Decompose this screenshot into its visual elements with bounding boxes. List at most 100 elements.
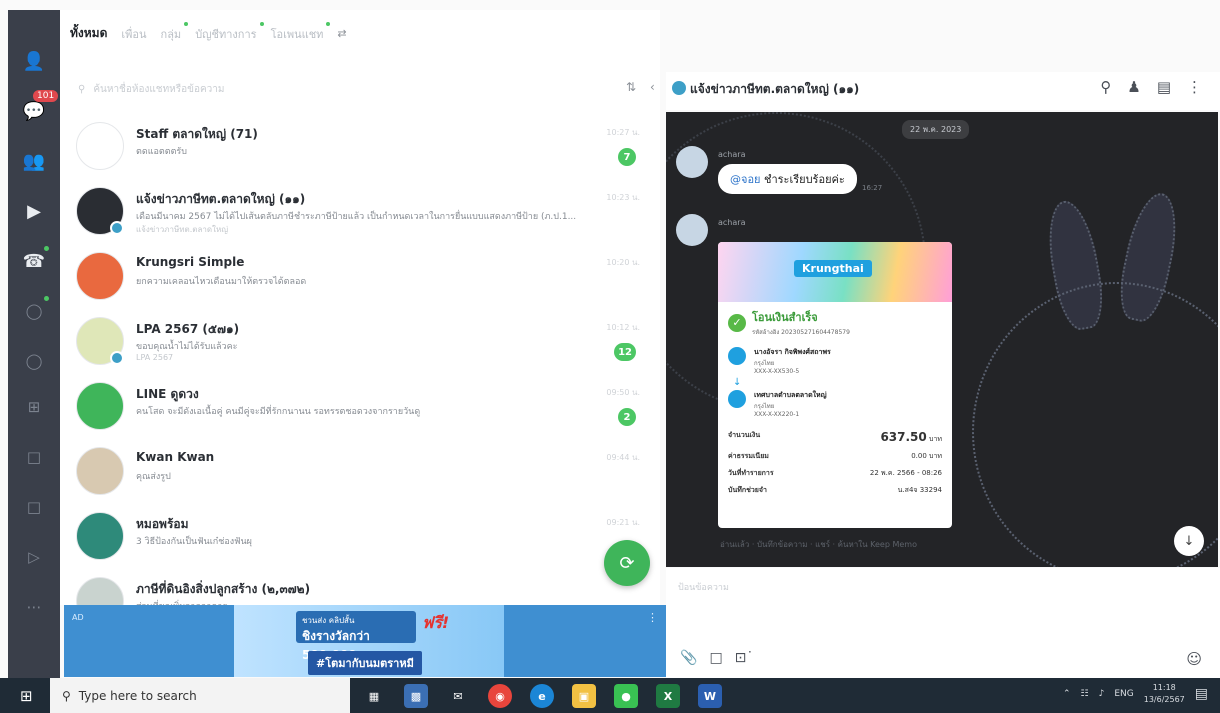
friends-icon[interactable]: 👤 bbox=[19, 46, 49, 76]
avatar[interactable] bbox=[676, 146, 708, 178]
bookmark-icon[interactable]: □ bbox=[709, 650, 722, 666]
scroll-down-button[interactable]: ↓ bbox=[1174, 526, 1204, 556]
chat-name: LPA 2567 (๕๗๑) bbox=[136, 322, 240, 336]
attach-icon[interactable]: 📎 bbox=[680, 650, 697, 666]
taskbar-search[interactable]: ⚲ Type here to search bbox=[50, 678, 350, 713]
message-input-area[interactable]: ป้อนข้อความ 📎 □ ⊡˙ ☺ bbox=[666, 568, 1220, 678]
tab-1[interactable]: เพื่อน bbox=[121, 25, 146, 43]
excel-icon[interactable]: X bbox=[656, 684, 680, 708]
search-bar[interactable]: ⚲ ค้นหาชื่อห้องแชทหรือข้อความ bbox=[78, 78, 638, 100]
message-input[interactable]: ป้อนข้อความ bbox=[678, 580, 729, 594]
more-icon[interactable]: ⋯ bbox=[19, 592, 49, 622]
from-account: XXX-X-XX530-5 bbox=[754, 368, 800, 375]
chat-list-item[interactable]: LPA 2567 (๕๗๑) ขอบคุณน้ำไม่ได้รับแล้วคะ LP… bbox=[76, 317, 646, 379]
notifications-icon[interactable]: ▤ bbox=[1195, 686, 1208, 702]
slip-ref: รหัสอ้างอิง 202305271604478579 bbox=[752, 329, 850, 336]
task-view-icon[interactable]: ▦ bbox=[362, 684, 386, 708]
tab-0[interactable]: ทั้งหมด bbox=[70, 24, 107, 43]
language-indicator[interactable]: ENG bbox=[1114, 689, 1133, 699]
chat-subpreview: LPA 2567 bbox=[136, 353, 174, 362]
ad-banner[interactable]: AD ⋮ ชวนส่ง คลิปสั้น ชิงรางวัลกว่า 500,0… bbox=[64, 605, 666, 677]
chats-icon[interactable]: 💬 101 bbox=[19, 90, 59, 126]
chat-list-item[interactable]: Staff ตลาดใหญ่ (71) ตดแอตตตรับ 10:27 น. 7 bbox=[76, 122, 646, 184]
ad-hashtag: #โตมากับนมตราหมี bbox=[308, 651, 422, 675]
ad-creative[interactable]: ชวนส่ง คลิปสั้น ชิงรางวัลกว่า 500,000 บา… bbox=[234, 605, 504, 677]
chat-list-item[interactable]: แจ้งข่าวภาษีทต.ตลาดใหญ่ (๑๑) เดือนมีนาคม … bbox=[76, 187, 646, 249]
line-icon[interactable]: ◯ bbox=[19, 346, 49, 376]
system-clock[interactable]: 11:18 13/6/2567 bbox=[1144, 682, 1185, 706]
success-icon: ✓ bbox=[728, 313, 746, 332]
search-input[interactable]: ค้นหาชื่อห้องแชทหรือข้อความ bbox=[93, 82, 224, 97]
calls-icon[interactable]: ☎ bbox=[19, 246, 49, 276]
chat-subpreview: แจ้งข่าวภาษีทต.ตลาดใหญ่ bbox=[136, 225, 229, 234]
chat-preview: ขอบคุณน้ำไม่ได้รับแล้วคะ bbox=[136, 342, 238, 352]
add-member-icon[interactable]: ♟ bbox=[1127, 78, 1140, 96]
edge-icon[interactable]: e bbox=[530, 684, 554, 708]
message-bubble[interactable]: @จอย ชำระเรียบร้อยค่ะ bbox=[718, 164, 857, 194]
line-app-window: 👤 💬 101 👥 ▶ ☎ ◯ ◯ ⊞ □ □ ▷ ⋯ ทั้งหมด เพื่อน… bbox=[0, 0, 1220, 713]
from-name: นางอัจรา กิจพิพงศ์สถาพร bbox=[754, 348, 831, 356]
chat-name: Kwan Kwan bbox=[136, 450, 215, 464]
add-icon[interactable]: ⊞ bbox=[19, 392, 49, 422]
chat-messages[interactable]: 22 พ.ค. 2023 achara @จอย ชำระเรียบร้อยค่… bbox=[666, 112, 1218, 567]
sort-icon[interactable]: ⇅ bbox=[626, 80, 636, 94]
line-app-icon[interactable]: ● bbox=[614, 684, 638, 708]
avatar[interactable] bbox=[676, 214, 708, 246]
notes-icon[interactable]: ▤ bbox=[1157, 78, 1171, 96]
keep-icon[interactable]: □ bbox=[19, 442, 49, 472]
word-icon[interactable]: W bbox=[698, 684, 722, 708]
transfer-slip-image[interactable]: Krungthai ✓ โอนเงินสำเร็จ รหัสอ้างอิง 20… bbox=[718, 242, 952, 528]
store-icon[interactable]: ▩ bbox=[404, 684, 428, 708]
chat-list-item[interactable]: LINE ดูดวง คนโสด จะมีดังเอเนื้อคู่ คนมีคู… bbox=[76, 382, 646, 444]
group-icon bbox=[110, 221, 124, 235]
tab-4[interactable]: โอเพนแชท bbox=[271, 21, 331, 43]
file-explorer-icon[interactable]: ▣ bbox=[572, 684, 596, 708]
voom-icon[interactable]: ▶ bbox=[19, 196, 49, 226]
date-label: วันที่ทำรายการ bbox=[728, 469, 774, 477]
volume-icon[interactable]: ♪ bbox=[1099, 689, 1105, 699]
tab-3[interactable]: บัญชีทางการ bbox=[195, 21, 264, 43]
chat-list-item[interactable]: Krungsri Simple ยกความเคลอนไหวเดือนมาให้ต… bbox=[76, 252, 646, 314]
new-chat-button[interactable]: ⟳ bbox=[604, 540, 650, 586]
add-friends-icon[interactable]: 👥 bbox=[19, 146, 49, 176]
mail-icon[interactable]: ✉ bbox=[446, 684, 470, 708]
ad-menu-icon[interactable]: ⋮ bbox=[647, 611, 658, 624]
sidebar-rail: 👤 💬 101 👥 ▶ ☎ ◯ ◯ ⊞ □ □ ▷ ⋯ bbox=[8, 10, 60, 678]
bank-icon bbox=[728, 390, 746, 408]
windows-start-icon[interactable]: ⊞ bbox=[20, 687, 33, 705]
network-icon[interactable]: ☷ bbox=[1081, 689, 1089, 699]
slip-status: โอนเงินสำเร็จ bbox=[752, 311, 818, 324]
menu-icon[interactable]: ⋮ bbox=[1187, 78, 1202, 96]
message-text: ชำระเรียบร้อยค่ะ bbox=[764, 173, 845, 186]
chat-name: ภาษีที่ดินอิงสิ่งปลูกสร้าง (๒,๓๗๒) bbox=[136, 582, 311, 596]
fee-value: 0.00 บาท bbox=[911, 452, 942, 460]
openchat-icon[interactable]: ◯ bbox=[19, 296, 49, 326]
collapse-icon[interactable]: ‹ bbox=[650, 80, 655, 94]
mention[interactable]: @จอย bbox=[730, 173, 761, 186]
avatar bbox=[76, 382, 124, 430]
chat-time: 09:50 น. bbox=[606, 388, 640, 397]
taskbar-search-input[interactable]: Type here to search bbox=[79, 689, 197, 703]
search-icon[interactable]: ⚲ bbox=[1100, 78, 1111, 96]
ad-line1: ชวนส่ง คลิปสั้น bbox=[302, 616, 355, 625]
message-sender: achara bbox=[718, 218, 746, 227]
group-icon bbox=[672, 81, 686, 95]
tab-2[interactable]: กลุ่ม bbox=[161, 21, 189, 43]
bookmark-icon[interactable]: □ bbox=[19, 492, 49, 522]
bank-icon bbox=[728, 347, 746, 365]
chat-title[interactable]: แจ้งข่าวภาษีทต.ตลาดใหญ่ (๑๑) bbox=[690, 80, 859, 99]
wallpaper-decoration bbox=[972, 282, 1218, 567]
chat-list-item[interactable]: Kwan Kwan คุณส่งรูป 09:44 น. bbox=[76, 447, 646, 509]
amount-label: จำนวนเงิน bbox=[728, 431, 761, 439]
emoji-icon[interactable]: ☺ bbox=[1186, 650, 1202, 668]
chrome-icon[interactable]: ◉ bbox=[488, 684, 512, 708]
image-actions[interactable]: อ่านแล้ว · บันทึกข้อความ · แชร์ · ค้นหาใ… bbox=[720, 538, 917, 551]
bank-logo: Krungthai bbox=[794, 260, 872, 277]
screenshot-icon[interactable]: ⊡˙ bbox=[735, 650, 754, 666]
switch-icon[interactable]: ⇄ bbox=[337, 27, 346, 40]
chat-list-item[interactable]: หมอพร้อม 3 วิธีป้องกันเป็นฟันเก๋ช่องฟันผุ… bbox=[76, 512, 646, 574]
announce-icon[interactable]: ▷ bbox=[19, 542, 49, 572]
tray-chevron-icon[interactable]: ⌃ bbox=[1063, 689, 1071, 699]
chat-name: แจ้งข่าวภาษีทต.ตลาดใหญ่ (๑๑) bbox=[136, 192, 306, 206]
ad-free-text: ฟรี! bbox=[422, 613, 450, 632]
